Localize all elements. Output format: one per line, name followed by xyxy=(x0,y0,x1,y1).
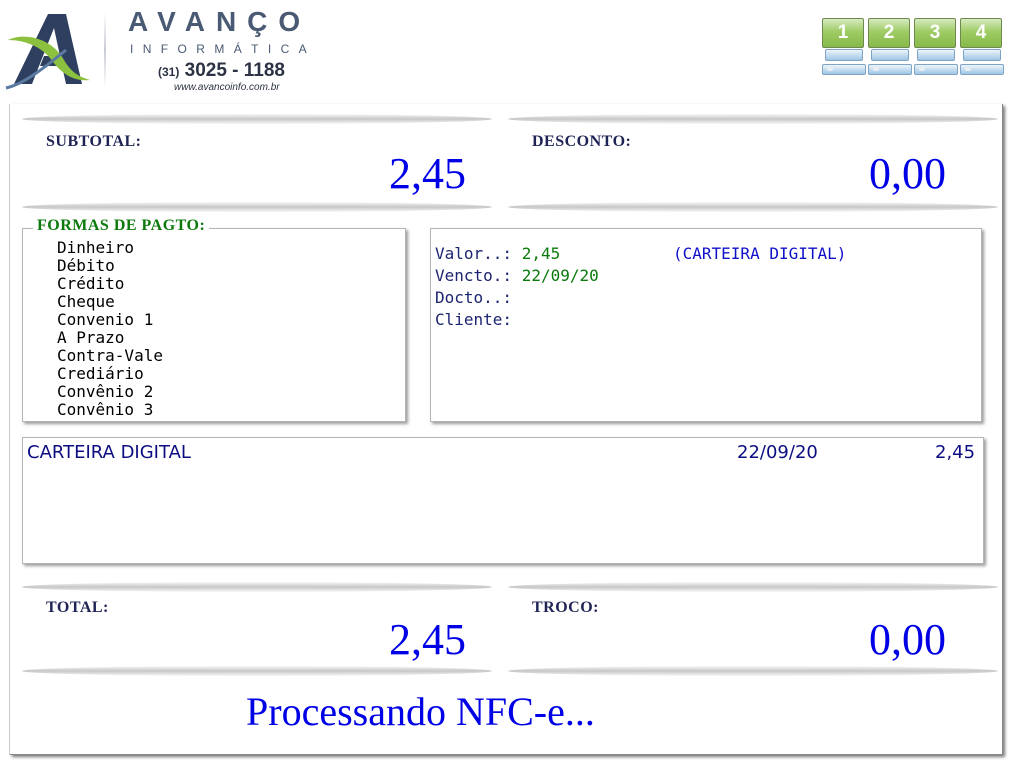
payment-method-credito[interactable]: Crédito xyxy=(57,275,163,293)
terminal-4-button[interactable]: 4 xyxy=(960,18,1004,78)
terminal-label: 4 xyxy=(960,18,1002,48)
troco-value: 0,00 xyxy=(869,615,946,664)
vencto-row: Vencto.: 22/09/20 xyxy=(435,267,599,285)
terminal-label: 2 xyxy=(868,18,910,48)
payment-method: CARTEIRA DIGITAL xyxy=(27,442,191,463)
terminal-3-button[interactable]: 3 xyxy=(914,18,958,78)
payment-method-convenio-1[interactable]: Convenio 1 xyxy=(57,311,163,329)
total-label: TOTAL: xyxy=(46,599,109,616)
desconto-label: DESCONTO: xyxy=(532,133,632,150)
divider xyxy=(22,666,492,676)
payment-method-debito[interactable]: Débito xyxy=(57,257,163,275)
payment-method-contra-vale[interactable]: Contra-Vale xyxy=(57,347,163,365)
payment-method-convenio-2[interactable]: Convênio 2 xyxy=(57,383,163,401)
divider xyxy=(508,114,998,124)
payments-list: CARTEIRA DIGITAL 22/09/20 2,45 xyxy=(22,437,984,564)
terminal-2-button[interactable]: 2 xyxy=(868,18,912,78)
logo-separator xyxy=(104,12,106,88)
status-message: Processando NFC-e... xyxy=(246,689,595,734)
checkout-panel: SUBTOTAL: 2,45 DESCONTO: 0,00 FORMAS DE … xyxy=(10,104,1003,755)
wallet-type: (CARTEIRA DIGITAL) xyxy=(673,244,847,263)
terminal-label: 1 xyxy=(822,18,864,48)
brand-subtitle: INFORMÁTICA xyxy=(130,42,317,56)
payment-date: 22/09/20 xyxy=(737,442,818,463)
payment-methods-box: FORMAS DE PAGTO: Dinheiro Débito Crédito… xyxy=(22,217,406,422)
troco-label: TROCO: xyxy=(532,599,599,616)
keyboard-icon xyxy=(825,49,863,61)
brand-name: AVANÇO xyxy=(128,6,312,37)
subtotal-label: SUBTOTAL: xyxy=(46,133,142,150)
payment-method-dinheiro[interactable]: Dinheiro xyxy=(57,239,163,257)
header: AVANÇO INFORMÁTICA (31) 3025 - 1188 www.… xyxy=(0,0,1014,100)
cpu-icon xyxy=(960,64,1004,75)
divider xyxy=(508,202,998,212)
divider xyxy=(22,114,492,124)
payment-method-a-prazo[interactable]: A Prazo xyxy=(57,329,163,347)
cpu-icon xyxy=(868,64,912,75)
divider xyxy=(22,202,492,212)
terminal-label: 3 xyxy=(914,18,956,48)
cpu-icon xyxy=(914,64,958,75)
divider xyxy=(508,666,998,676)
vencto-value: 22/09/20 xyxy=(521,266,599,285)
valor-value: 2,45 xyxy=(521,244,561,263)
subtotal-value: 2,45 xyxy=(389,149,466,198)
keyboard-icon xyxy=(871,49,909,61)
keyboard-icon xyxy=(917,49,955,61)
phone-number: 3025 - 1188 xyxy=(184,60,285,81)
payment-method-convenio-3[interactable]: Convênio 3 xyxy=(57,401,163,419)
cpu-icon xyxy=(822,64,866,75)
payment-info-box: Valor..: 2,45 (CARTEIRA DIGITAL) Vencto.… xyxy=(430,228,982,422)
avanco-logo-icon xyxy=(5,14,90,90)
terminal-selector: 1 2 3 4 xyxy=(822,18,1006,80)
desconto-value: 0,00 xyxy=(869,149,946,198)
valor-label: Valor..: xyxy=(435,244,513,263)
brand-phone: (31) 3025 - 1188 xyxy=(158,60,285,82)
cliente-label: Cliente: xyxy=(435,310,513,329)
divider xyxy=(508,582,998,592)
divider xyxy=(22,582,492,592)
vencto-label: Vencto.: xyxy=(435,266,513,285)
payment-method-cheque[interactable]: Cheque xyxy=(57,293,163,311)
phone-ddd: (31) xyxy=(158,65,180,79)
total-value: 2,45 xyxy=(389,615,466,664)
keyboard-icon xyxy=(963,49,1001,61)
valor-row: Valor..: 2,45 xyxy=(435,245,560,263)
payment-amount: 2,45 xyxy=(935,442,976,463)
terminal-1-button[interactable]: 1 xyxy=(822,18,866,78)
docto-label: Docto..: xyxy=(435,288,513,307)
payment-methods-list: Dinheiro Débito Crédito Cheque Convenio … xyxy=(57,239,163,419)
payment-method-crediario[interactable]: Crediário xyxy=(57,365,163,383)
payment-methods-legend: FORMAS DE PAGTO: xyxy=(33,217,210,235)
brand-website: www.avancoinfo.com.br xyxy=(174,82,280,93)
